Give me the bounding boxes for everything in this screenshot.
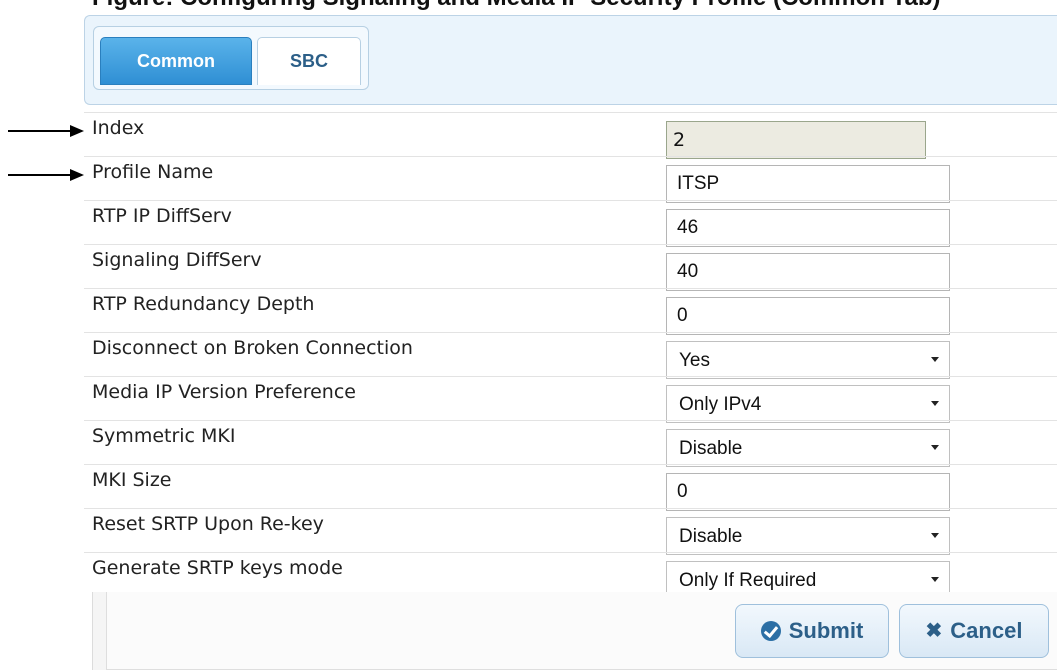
figure-caption: Figure: Configuring Signaling and Media … (92, 0, 1057, 12)
row-generate-srtp-keys-mode: Generate SRTP keys mode Only If Required (84, 552, 1057, 599)
field-label: Media IP Version Preference (92, 381, 356, 403)
chevron-down-icon (931, 357, 939, 362)
symmetric-mki-select[interactable]: Disable (666, 429, 950, 467)
row-media-ip-version-preference: Media IP Version Preference Only IPv4 (84, 376, 1057, 423)
chevron-down-icon (931, 577, 939, 582)
row-rtp-ip-diffserv: RTP IP DiffServ (84, 200, 1057, 247)
select-value: Yes (679, 350, 710, 371)
chevron-down-icon (931, 401, 939, 406)
field-label: Index (92, 117, 145, 139)
field-label: Disconnect on Broken Connection (92, 337, 413, 359)
index-field[interactable] (666, 121, 926, 159)
cancel-label: Cancel (950, 618, 1023, 643)
field-label: Signaling DiffServ (92, 249, 262, 271)
profile-name-input[interactable] (666, 165, 950, 203)
row-rtp-redundancy-depth: RTP Redundancy Depth (84, 288, 1057, 335)
select-value: Only IPv4 (679, 394, 762, 415)
rtp-redundancy-depth-input[interactable] (666, 297, 950, 335)
arrow-right-icon (8, 169, 84, 181)
row-index: Index (84, 112, 1057, 159)
field-label: MKI Size (92, 469, 172, 491)
row-signaling-diffserv: Signaling DiffServ (84, 244, 1057, 291)
chevron-down-icon (931, 533, 939, 538)
reset-srtp-upon-re-key-select[interactable]: Disable (666, 517, 950, 555)
field-label: Generate SRTP keys mode (92, 557, 343, 579)
submit-button[interactable]: Submit (735, 604, 889, 658)
field-label: Reset SRTP Upon Re-key (92, 513, 324, 535)
field-label: Symmetric MKI (92, 425, 236, 447)
cancel-button[interactable]: ✖ Cancel (899, 604, 1049, 658)
rtp-ip-diffserv-input[interactable] (666, 209, 950, 247)
tab-sbc[interactable]: SBC (257, 37, 361, 85)
media-ip-version-preference-select[interactable]: Only IPv4 (666, 385, 950, 423)
row-reset-srtp-upon-re-key: Reset SRTP Upon Re-key Disable (84, 508, 1057, 555)
x-icon: ✖ (925, 620, 943, 642)
submit-label: Submit (788, 618, 864, 643)
field-label: Profile Name (92, 161, 214, 183)
row-disconnect-on-broken-connection: Disconnect on Broken Connection Yes (84, 332, 1057, 379)
select-value: Only If Required (679, 570, 817, 591)
field-label: RTP IP DiffServ (92, 205, 232, 227)
signaling-diffserv-input[interactable] (666, 253, 950, 291)
tab-common[interactable]: Common (100, 37, 252, 85)
disconnect-on-broken-connection-select[interactable]: Yes (666, 341, 950, 379)
row-profile-name: Profile Name (84, 156, 1057, 203)
row-mki-size: MKI Size (84, 464, 1057, 511)
row-symmetric-mki: Symmetric MKI Disable (84, 420, 1057, 467)
tab-bar: Common SBC (93, 26, 369, 90)
arrow-right-icon (8, 125, 84, 137)
select-value: Disable (679, 438, 743, 459)
chevron-down-icon (931, 445, 939, 450)
mki-size-input[interactable] (666, 473, 950, 511)
select-value: Disable (679, 526, 743, 547)
check-circle-icon (760, 621, 781, 641)
field-label: RTP Redundancy Depth (92, 293, 315, 315)
